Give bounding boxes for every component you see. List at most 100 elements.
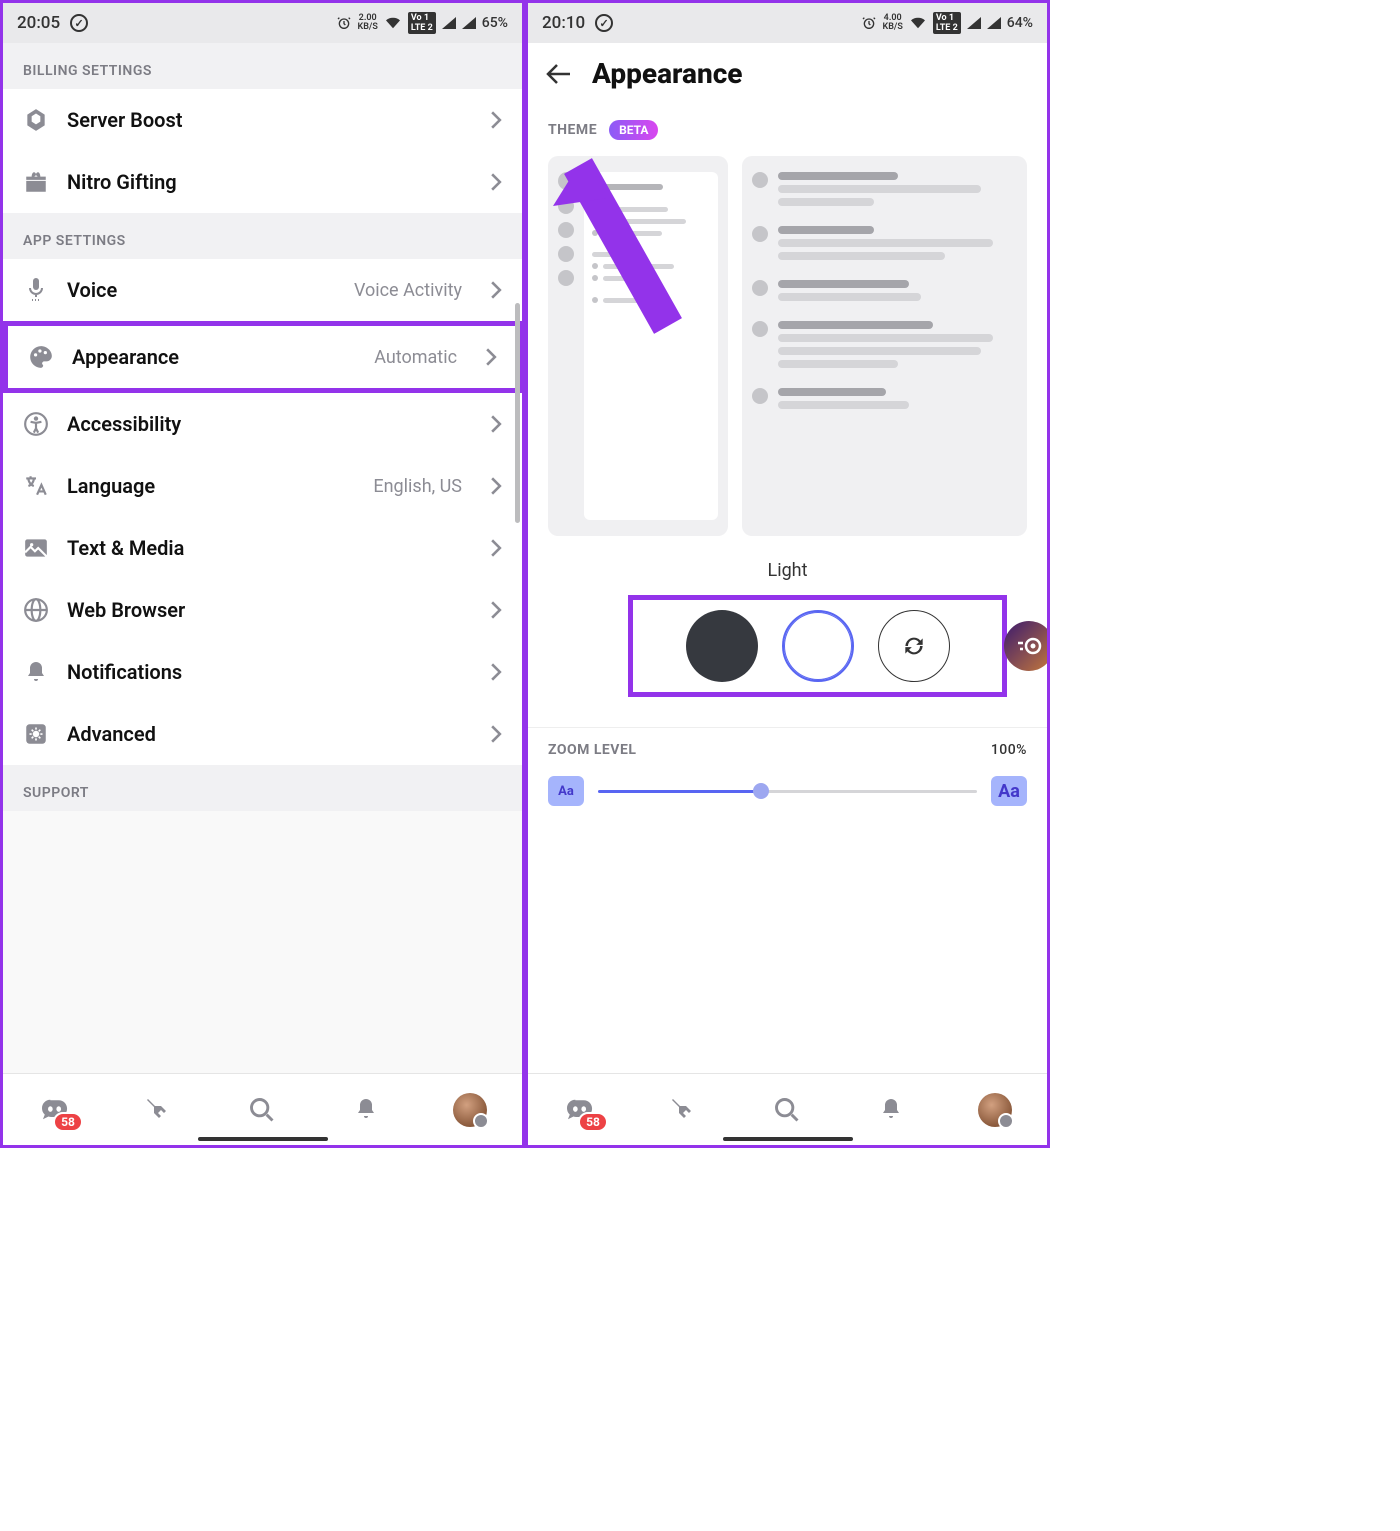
home-handle[interactable] [723,1137,853,1141]
gear-box-icon [23,721,49,747]
chevron-right-icon [490,415,502,433]
nav-friends[interactable] [664,1090,704,1130]
section-app: APP SETTINGS [3,213,522,259]
nav-badge: 58 [578,1112,608,1132]
nav-friends[interactable] [139,1090,179,1130]
page-title: Appearance [592,57,742,90]
appbar: Appearance [528,43,1047,110]
bell-icon [23,659,49,685]
bottom-nav: 58 [3,1073,522,1145]
chevron-right-icon [490,601,502,619]
image-icon [23,535,49,561]
slider-thumb[interactable] [753,783,769,799]
zoom-max-icon: Aa [991,776,1027,806]
bottom-nav: 58 [528,1073,1047,1145]
theme-sync-swatch[interactable] [878,610,950,682]
theme-light-swatch[interactable] [782,610,854,682]
row-accessibility[interactable]: Accessibility [3,393,522,455]
check-icon [70,14,88,32]
globe-icon [23,597,49,623]
settings-list[interactable]: BILLING SETTINGS Server Boost Nitro Gift… [3,43,522,1073]
nav-notifications[interactable] [346,1090,386,1130]
nav-profile[interactable] [975,1090,1015,1130]
row-label: Notifications [67,660,462,684]
chevron-right-icon [490,663,502,681]
row-advanced[interactable]: Advanced [3,703,522,765]
nav-notifications[interactable] [871,1090,911,1130]
zoom-value: 100% [991,742,1027,758]
zoom-min-icon: Aa [548,776,584,806]
chevron-right-icon [490,477,502,495]
chevron-right-icon [490,725,502,743]
zoom-section: ZOOM LEVEL 100% Aa Aa [528,727,1047,820]
accessibility-icon [23,411,49,437]
row-value: Voice Activity [354,280,462,301]
gift-icon [23,169,49,195]
palette-icon [28,344,54,370]
chevron-right-icon [485,348,497,366]
wifi-icon [384,16,402,30]
row-label: Accessibility [67,412,462,436]
row-value: Automatic [374,347,457,368]
row-label: Language [67,474,355,498]
status-time: 20:10 [542,13,585,33]
chevron-right-icon [490,281,502,299]
sync-icon [901,633,927,659]
status-bar: 20:05 2.00KB/S Vo 1LTE 2 65% [3,3,522,43]
row-language[interactable]: Language English, US [3,455,522,517]
home-handle[interactable] [198,1137,328,1141]
avatar [453,1093,487,1127]
scrollbar[interactable] [515,303,520,523]
status-time: 20:05 [17,13,60,33]
appearance-body[interactable]: THEME BETA [528,110,1047,1073]
nav-home[interactable]: 58 [35,1090,75,1130]
row-label: Advanced [67,722,462,746]
zoom-slider[interactable] [598,790,977,793]
row-label: Nitro Gifting [67,170,462,194]
row-text-media[interactable]: Text & Media [3,517,522,579]
appearance-screen: 20:10 4.00KB/S Vo 1LTE 2 64% Appearance … [525,0,1050,1148]
row-value: English, US [373,476,462,497]
data-speed: 2.00KB/S [358,14,378,32]
nav-badge: 58 [53,1112,83,1132]
section-billing: BILLING SETTINGS [3,43,522,89]
back-button[interactable] [546,63,572,85]
boost-icon [23,107,49,133]
section-support: SUPPORT [3,765,522,811]
row-voice[interactable]: Voice Voice Activity [3,259,522,321]
nav-profile[interactable] [450,1090,490,1130]
theme-dark-swatch[interactable] [686,610,758,682]
row-nitro-gifting[interactable]: Nitro Gifting [3,151,522,213]
row-web-browser[interactable]: Web Browser [3,579,522,641]
check-icon [595,14,613,32]
row-notifications[interactable]: Notifications [3,641,522,703]
row-label: Text & Media [67,536,462,560]
chevron-right-icon [490,173,502,191]
nitro-icon [1016,636,1042,656]
row-label: Voice [67,278,336,302]
beta-badge: BETA [609,120,658,140]
nav-home[interactable]: 58 [560,1090,600,1130]
status-bar: 20:10 4.00KB/S Vo 1LTE 2 64% [528,3,1047,43]
signal-icon [442,17,456,29]
volte-badge: Vo 1LTE 2 [933,12,961,34]
volte-badge: Vo 1LTE 2 [408,12,436,34]
preview-server-list [548,156,728,536]
alarm-icon [336,15,352,31]
row-appearance[interactable]: Appearance Automatic [3,321,522,393]
settings-screen: 20:05 2.00KB/S Vo 1LTE 2 65% BILLING SET… [0,0,525,1148]
avatar [978,1093,1012,1127]
zoom-header-label: ZOOM LEVEL [548,742,636,758]
nav-search[interactable] [767,1090,807,1130]
data-speed: 4.00KB/S [883,14,903,32]
signal-icon [967,17,981,29]
nitro-themes-button[interactable] [1004,621,1047,671]
signal-icon-2 [987,17,1001,29]
battery-percent: 65% [482,15,508,31]
nav-search[interactable] [242,1090,282,1130]
signal-icon-2 [462,17,476,29]
alarm-icon [861,15,877,31]
row-server-boost[interactable]: Server Boost [3,89,522,151]
chevron-right-icon [490,539,502,557]
theme-swatches [628,595,1007,697]
